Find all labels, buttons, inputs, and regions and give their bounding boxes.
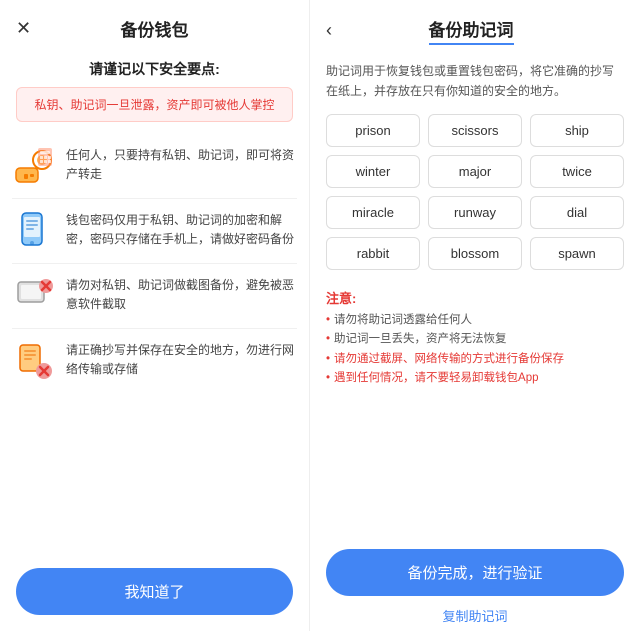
security-item-key: 任何人，只要持有私钥、助记词，即可将资产转走 [12,134,297,199]
mnemonic-word-4: winter [326,155,420,188]
bullet-3: • [326,350,330,370]
note-1: • 请勿将助记词透露给任何人 [326,311,624,331]
copy-mnemonic-link[interactable]: 复制助记词 [326,606,624,625]
right-footer: 备份完成，进行验证 复制助记词 [310,539,640,631]
security-item-safe: 请正确抄写并保存在安全的地方，勿进行网络传输或存储 [12,329,297,393]
mnemonic-word-1: prison [326,114,420,147]
notes-section: 注意: • 请勿将助记词透露给任何人 • 助记词一旦丢失，资产将无法恢复 • 请… [310,282,640,399]
left-panel: ✕ 备份钱包 请谨记以下安全要点: 私钥、助记词一旦泄露，资产即可被他人掌控 [0,0,310,631]
right-title: 备份助记词 [429,16,514,45]
left-header: ✕ 备份钱包 [0,0,309,53]
screenshot-icon [12,274,56,318]
note-text-3: 请勿通过截屏、网络传输的方式进行备份保存 [334,350,564,370]
left-footer: 我知道了 [0,556,309,631]
mnemonic-word-10: rabbit [326,237,420,270]
warning-banner: 私钥、助记词一旦泄露，资产即可被他人掌控 [16,87,293,122]
mnemonic-grid: prison scissors ship winter major twice … [310,114,640,282]
mnemonic-word-9: dial [530,196,624,229]
right-description: 助记词用于恢复钱包或重置钱包密码，将它准确的抄写在纸上，并存放在只有你知道的安全… [310,57,640,114]
note-2: • 助记词一旦丢失，资产将无法恢复 [326,330,624,350]
notes-title: 注意: [326,288,624,307]
security-text-key: 任何人，只要持有私钥、助记词，即可将资产转走 [66,144,297,184]
note-4: • 遇到任何情况，请不要轻易卸载钱包App [326,369,624,389]
acknowledge-button[interactable]: 我知道了 [16,568,293,615]
left-title: 备份钱包 [121,16,189,41]
security-items-list: 任何人，只要持有私钥、助记词，即可将资产转走 钱包密码仅用于私钥、助记词的加密和… [0,134,309,556]
bullet-1: • [326,311,330,331]
security-item-phone: 钱包密码仅用于私钥、助记词的加密和解密，密码只存储在手机上，请做好密码备份 [12,199,297,264]
note-text-2: 助记词一旦丢失，资产将无法恢复 [334,330,507,350]
mnemonic-word-3: ship [530,114,624,147]
note-text-4: 遇到任何情况，请不要轻易卸载钱包App [334,369,538,389]
mnemonic-word-7: miracle [326,196,420,229]
mnemonic-word-6: twice [530,155,624,188]
phone-icon [12,209,56,253]
left-subtitle: 请谨记以下安全要点: [0,53,309,87]
security-text-phone: 钱包密码仅用于私钥、助记词的加密和解密，密码只存储在手机上，请做好密码备份 [66,209,297,249]
back-icon[interactable]: ‹ [326,20,332,41]
mnemonic-word-8: runway [428,196,522,229]
right-header: ‹ 备份助记词 [310,0,640,57]
security-item-screenshot: 请勿对私钥、助记词做截图备份，避免被恶意软件截取 [12,264,297,329]
right-panel: ‹ 备份助记词 助记词用于恢复钱包或重置钱包密码，将它准确的抄写在纸上，并存放在… [310,0,640,631]
security-text-safe: 请正确抄写并保存在安全的地方，勿进行网络传输或存储 [66,339,297,379]
note-3: • 请勿通过截屏、网络传输的方式进行备份保存 [326,350,624,370]
key-icon [12,144,56,188]
mnemonic-word-5: major [428,155,522,188]
mnemonic-word-12: spawn [530,237,624,270]
bullet-4: • [326,369,330,389]
verify-button[interactable]: 备份完成，进行验证 [326,549,624,596]
close-icon[interactable]: ✕ [16,18,31,39]
right-title-container: 备份助记词 [342,16,600,45]
security-text-screenshot: 请勿对私钥、助记词做截图备份，避免被恶意软件截取 [66,274,297,314]
bullet-2: • [326,330,330,350]
safe-icon [12,339,56,383]
note-text-1: 请勿将助记词透露给任何人 [334,311,472,331]
mnemonic-word-11: blossom [428,237,522,270]
mnemonic-word-2: scissors [428,114,522,147]
